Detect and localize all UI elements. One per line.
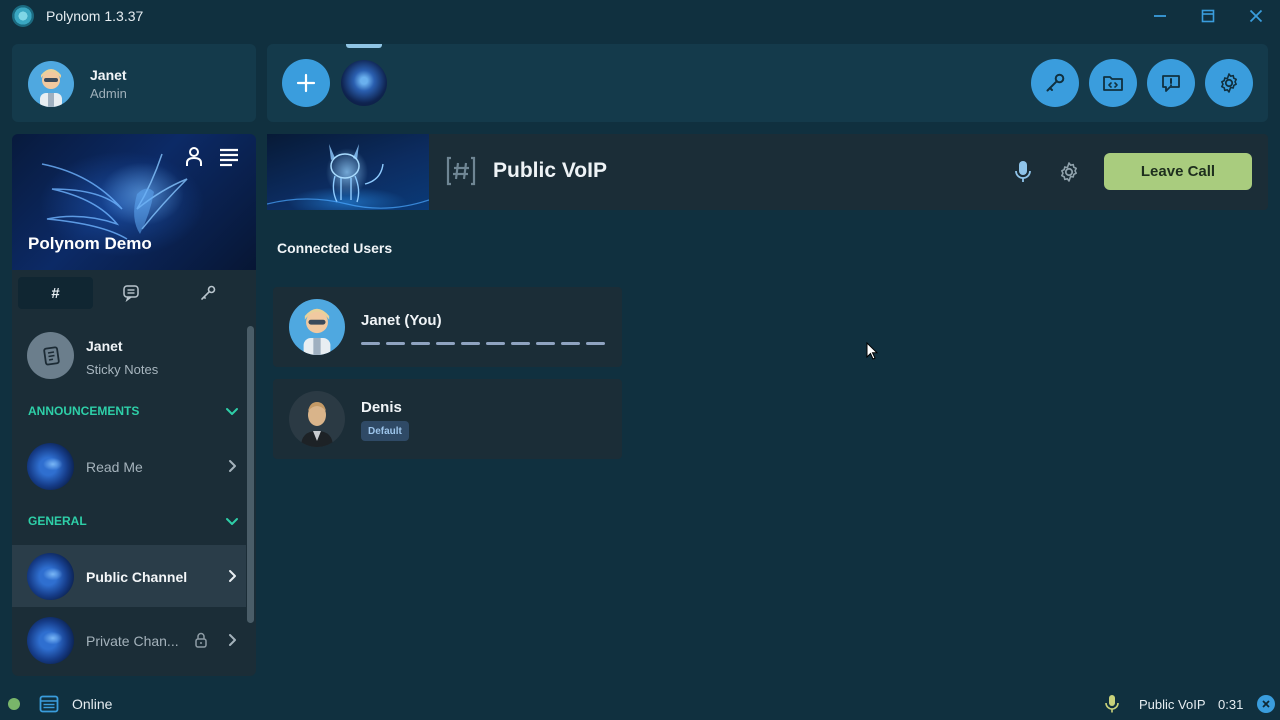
notes-icon bbox=[42, 345, 60, 365]
channel-avatar-read-me[interactable] bbox=[27, 443, 74, 490]
leave-call-button[interactable]: Leave Call bbox=[1104, 153, 1252, 190]
channel-title: Public VoIP bbox=[493, 159, 607, 182]
role-badge: Default bbox=[361, 421, 409, 441]
channel-read-me[interactable]: Read Me bbox=[86, 459, 143, 475]
plus-icon bbox=[296, 73, 316, 93]
call-user-name: Denis bbox=[361, 399, 402, 416]
status-bar bbox=[0, 688, 1280, 720]
members-button[interactable] bbox=[184, 146, 204, 168]
maximize-button[interactable] bbox=[1194, 4, 1222, 28]
mute-microphone-button[interactable] bbox=[1011, 159, 1035, 185]
category-collapse-button[interactable] bbox=[225, 514, 239, 528]
lock-icon bbox=[194, 632, 208, 648]
janet-avatar-icon bbox=[303, 308, 331, 355]
add-server-button[interactable] bbox=[282, 59, 330, 107]
channel-banner bbox=[267, 134, 429, 210]
server-menu-button[interactable] bbox=[218, 146, 240, 168]
call-user-avatar[interactable] bbox=[289, 299, 345, 355]
user-name: Janet bbox=[90, 67, 127, 83]
chevron-right-icon bbox=[229, 460, 236, 472]
status-text[interactable]: Online bbox=[72, 696, 112, 712]
app-window-icon[interactable] bbox=[39, 694, 59, 714]
window-title: Polynom 1.3.37 bbox=[46, 8, 144, 24]
category-announcements[interactable]: ANNOUNCEMENTS bbox=[28, 404, 139, 418]
sticky-notes-avatar[interactable] bbox=[27, 332, 74, 379]
feedback-button[interactable] bbox=[1147, 59, 1195, 107]
microphone-icon bbox=[1015, 161, 1031, 182]
close-icon bbox=[1262, 700, 1270, 708]
channel-open-button[interactable] bbox=[225, 459, 239, 473]
channel-private[interactable]: Private Chan... bbox=[86, 633, 179, 649]
keys-button[interactable] bbox=[1031, 59, 1079, 107]
category-general[interactable]: GENERAL bbox=[28, 514, 87, 528]
status-call-channel[interactable]: Public VoIP bbox=[1139, 697, 1206, 712]
sticky-notes-owner[interactable]: Janet bbox=[86, 338, 123, 354]
maximize-icon bbox=[1201, 9, 1215, 23]
chevron-down-icon bbox=[226, 518, 238, 525]
dog-artwork bbox=[267, 144, 429, 209]
minimize-icon bbox=[1154, 15, 1166, 17]
channel-open-button[interactable] bbox=[225, 633, 239, 647]
user-role: Admin bbox=[90, 86, 127, 101]
gear-icon bbox=[1061, 162, 1077, 182]
connected-users-heading: Connected Users bbox=[277, 240, 393, 256]
selected-server-indicator bbox=[346, 44, 382, 48]
denis-avatar-icon bbox=[301, 402, 333, 447]
online-status-dot bbox=[8, 698, 20, 710]
minimize-button[interactable] bbox=[1146, 4, 1174, 28]
close-window-button[interactable] bbox=[1242, 4, 1270, 28]
tab-keys[interactable] bbox=[190, 277, 226, 309]
server-name: Polynom Demo bbox=[28, 234, 152, 253]
close-icon bbox=[1249, 9, 1263, 23]
chevron-right-icon bbox=[229, 634, 236, 646]
channel-avatar-private[interactable] bbox=[27, 617, 74, 664]
chevron-right-icon bbox=[229, 570, 236, 582]
menu-icon bbox=[220, 148, 238, 167]
category-collapse-button[interactable] bbox=[225, 404, 239, 418]
folder-code-icon bbox=[1103, 76, 1123, 91]
status-leave-call-button[interactable] bbox=[1257, 695, 1275, 713]
tab-chat[interactable] bbox=[113, 277, 149, 309]
settings-button[interactable] bbox=[1205, 59, 1253, 107]
channel-open-button[interactable] bbox=[225, 569, 239, 583]
call-user-name: Janet (You) bbox=[361, 312, 442, 329]
key-icon bbox=[1046, 73, 1065, 92]
title-bar bbox=[0, 0, 1280, 32]
channel-list-scrollbar[interactable] bbox=[247, 326, 254, 623]
person-icon bbox=[186, 147, 202, 166]
mouse-cursor bbox=[866, 341, 879, 360]
tab-channels[interactable]: # bbox=[18, 277, 93, 309]
key-icon bbox=[201, 285, 216, 300]
server-icon-polynom-demo[interactable] bbox=[341, 60, 387, 106]
feedback-icon bbox=[1162, 75, 1180, 92]
chevron-down-icon bbox=[226, 408, 238, 415]
voice-level-meter bbox=[361, 342, 605, 345]
call-user-avatar[interactable] bbox=[289, 391, 345, 447]
channel-public[interactable]: Public Channel bbox=[86, 569, 187, 585]
app-logo-icon bbox=[12, 5, 34, 27]
user-avatar[interactable] bbox=[28, 61, 74, 107]
channel-avatar-public[interactable] bbox=[27, 553, 74, 600]
microphone-icon[interactable] bbox=[1104, 694, 1120, 714]
janet-avatar-icon bbox=[40, 69, 62, 107]
chat-icon bbox=[123, 285, 139, 302]
call-settings-button[interactable] bbox=[1056, 159, 1082, 185]
call-timer: 0:31 bbox=[1218, 697, 1244, 712]
files-button[interactable] bbox=[1089, 59, 1137, 107]
gear-icon bbox=[1221, 73, 1237, 93]
voice-channel-hash-icon bbox=[445, 155, 477, 187]
sticky-notes-label: Sticky Notes bbox=[86, 362, 159, 377]
